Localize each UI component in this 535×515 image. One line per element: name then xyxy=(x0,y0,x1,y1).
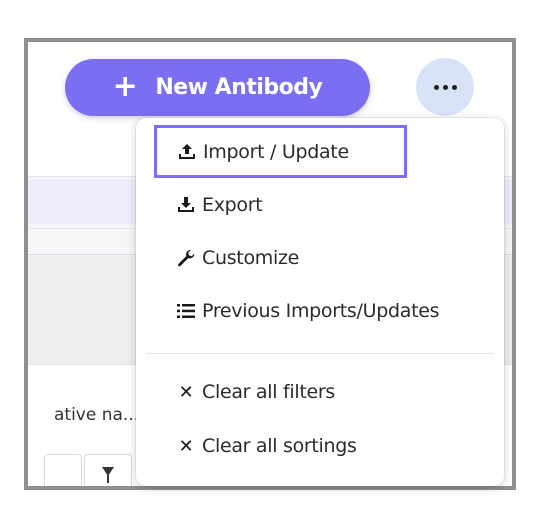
download-icon xyxy=(174,195,198,215)
menu-item-clear-filters[interactable]: ✕ Clear all filters xyxy=(174,381,336,403)
menu-item-label: Clear all filters xyxy=(202,381,335,403)
menu-item-label: Clear all sortings xyxy=(202,435,357,457)
menu-item-customize[interactable]: Customize xyxy=(174,247,299,269)
upload-icon xyxy=(175,142,199,162)
more-options-menu: Import / Update Export Customize Previou… xyxy=(136,118,504,486)
list-icon xyxy=(174,301,198,321)
close-icon: ✕ xyxy=(178,435,194,457)
menu-item-label: Previous Imports/Updates xyxy=(202,300,440,322)
menu-item-previous-imports[interactable]: Previous Imports/Updates xyxy=(174,300,440,322)
plus-icon: + xyxy=(112,68,138,104)
funnel-icon xyxy=(102,467,114,483)
menu-divider xyxy=(146,353,494,354)
menu-item-label: Export xyxy=(202,194,263,216)
close-icon: ✕ xyxy=(178,381,194,403)
more-options-button[interactable] xyxy=(416,58,474,116)
menu-item-label: Customize xyxy=(202,247,300,269)
wrench-icon xyxy=(174,248,198,268)
menu-item-clear-sortings[interactable]: ✕ Clear all sortings xyxy=(174,435,357,457)
more-icon xyxy=(433,84,457,90)
filter-button[interactable] xyxy=(84,454,132,486)
menu-item-import-update[interactable]: Import / Update xyxy=(154,125,407,178)
new-antibody-label: New Antibody xyxy=(155,75,323,100)
menu-item-label: Import / Update xyxy=(203,140,349,163)
menu-item-export[interactable]: Export xyxy=(174,194,263,216)
column-header-label[interactable]: ative na... xyxy=(54,405,139,425)
new-antibody-button[interactable]: + New Antibody xyxy=(65,59,370,116)
filter-input[interactable] xyxy=(44,454,82,486)
